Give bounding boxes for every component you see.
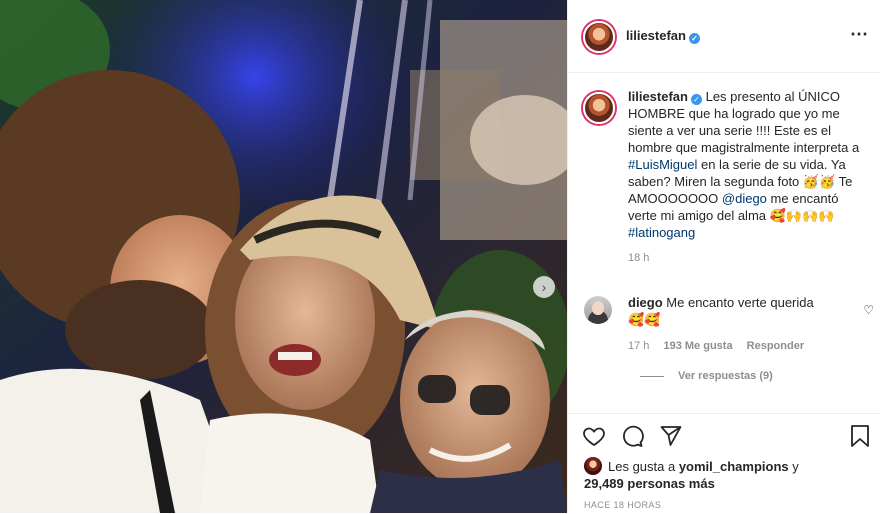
commenter-username[interactable]: diego [628,295,663,310]
comment-bubble-icon[interactable] [620,424,645,453]
comment-likes[interactable]: 193 Me gusta [663,340,732,352]
reply-button[interactable]: Responder [747,340,804,352]
post-timestamp[interactable]: HACE 18 HORAS [584,500,661,510]
author-username[interactable]: liliestefan ✓ [626,28,700,44]
caption-verified-icon: ✓ [690,94,702,105]
likes-prefix: Les gusta a [608,459,679,474]
author-avatar[interactable] [583,21,615,53]
hashtag-luismiguel[interactable]: #LuisMiguel [628,157,697,172]
photo-image [0,0,567,513]
caption-text: liliestefan ✓ Les presento al ÚNICO HOMBR… [628,88,870,241]
post-sidebar: liliestefan ✓ ⋯ liliestefan ✓ Les presento… [567,0,880,513]
post-container: › liliestefan ✓ ⋯ liliestefan ✓ Les presen… [0,0,880,513]
comment-time[interactable]: 17 h [628,340,649,352]
post-actions: Les gusta a yomil_champions y 29,489 per… [568,413,880,514]
mention-diego[interactable]: @diego [722,191,767,206]
comment-like-heart-icon[interactable]: ♡ [863,303,874,317]
commenter-avatar[interactable] [584,296,612,324]
post-photo[interactable]: › [0,0,567,513]
comment-item: diego Me encanto verte querida 🥰🥰 ♡ 17 h… [580,294,874,382]
post-caption: liliestefan ✓ Les presento al ÚNICO HOMBR… [580,88,870,264]
liker-username[interactable]: yomil_champions [679,459,789,474]
share-paper-plane-icon[interactable] [659,424,683,453]
like-heart-icon[interactable] [582,424,606,453]
verified-badge-icon: ✓ [688,33,700,44]
comment-meta: 17 h 193 Me gusta Responder [628,340,870,352]
caption-author-avatar[interactable] [583,92,615,124]
comment-text: diego Me encanto verte querida 🥰🥰 [628,294,828,328]
caption-author-username[interactable]: liliestefan [628,89,688,104]
caption-time[interactable]: 18 h [628,252,870,264]
likes-summary: Les gusta a yomil_champions y 29,489 per… [584,457,799,492]
post-header: liliestefan ✓ ⋯ [568,0,880,73]
replies-divider [640,375,664,377]
more-options-icon[interactable]: ⋯ [850,24,869,45]
next-photo-button[interactable]: › [533,276,555,298]
likes-count[interactable]: 29,489 personas más [584,476,715,491]
view-replies[interactable]: Ver respuestas (9) [640,370,870,382]
author-username-text[interactable]: liliestefan [626,28,686,43]
hashtag-latinogang[interactable]: #latinogang [628,225,695,240]
action-icons [582,424,693,450]
view-replies-label[interactable]: Ver respuestas (9) [678,370,773,382]
likes-joiner: y [788,459,799,474]
bookmark-icon[interactable] [849,424,871,453]
liker-avatar[interactable] [584,457,602,475]
